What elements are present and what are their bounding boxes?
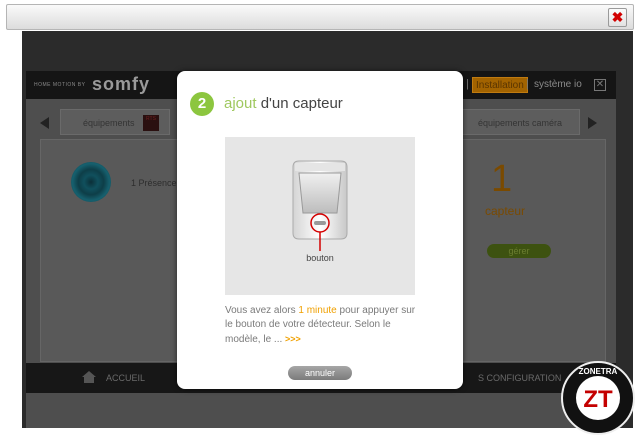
presence-count-label: 1 Présence [131,178,177,188]
tab-systeme-io[interactable]: système io [534,79,582,90]
dialog-title-prefix: ajout [224,95,257,112]
sensor-count-label: capteur [485,204,526,218]
brand-tagline: HOME MOTION BY [34,82,86,88]
cancel-button[interactable]: annuler [288,366,352,380]
configuration-link[interactable]: S CONFIGURATION [478,373,561,383]
instruction-ellipsis: ... [273,334,283,345]
close-button[interactable]: ✖ [608,8,627,27]
sensor-count: 1 [491,158,513,200]
home-icon[interactable] [82,371,96,383]
dialog-title: ajout d'un capteur [224,95,343,112]
watermark-text: ZONETRA [579,367,618,376]
more-link[interactable]: >>> [285,334,301,344]
rts-logo: RTS [143,115,159,131]
tab-equipements-label: équipements [83,118,135,128]
manage-button[interactable]: gérer [487,244,551,258]
app-close-icon[interactable]: ✕ [594,79,606,91]
accueil-link[interactable]: ACCUEIL [106,373,145,383]
close-x-icon: ✖ [611,9,624,25]
modal-overlay: HOME MOTION BY somfy | Installation | sy… [22,31,633,428]
instruction-highlight: 1 minute [298,305,337,316]
watermark-logo: ZT [583,386,613,413]
tab-equipements-camera[interactable]: équipements caméra [460,109,580,135]
instruction-part: Vous avez alors [225,305,299,316]
arrow-right-icon[interactable] [588,117,597,129]
step-badge: 2 [190,92,214,116]
app-window: ✖ HOME MOTION BY somfy | Installation | … [0,0,640,441]
zonetra-watermark: ZONETRA ZT [561,361,635,435]
sensor-illustration: bouton [225,137,415,295]
tab-equipements[interactable]: équipements RTS [60,109,170,135]
illustration-label: bouton [306,253,334,263]
tab-separator: | [466,78,469,90]
title-bar: ✖ [6,4,634,30]
somfy-logo: somfy [92,74,151,94]
presence-sensor-icon [71,162,111,202]
instruction-text: Vous avez alors 1 minute pour appuyer su… [225,304,425,347]
tab-installation[interactable]: Installation [472,77,528,93]
dialog-title-rest: d'un capteur [256,95,343,112]
tab-separator: | [526,78,529,90]
motion-sensor-icon [292,160,348,251]
add-sensor-dialog: 2 ajout d'un capteur bouton Vous avez al… [177,71,463,389]
arrow-left-icon[interactable] [40,117,49,129]
